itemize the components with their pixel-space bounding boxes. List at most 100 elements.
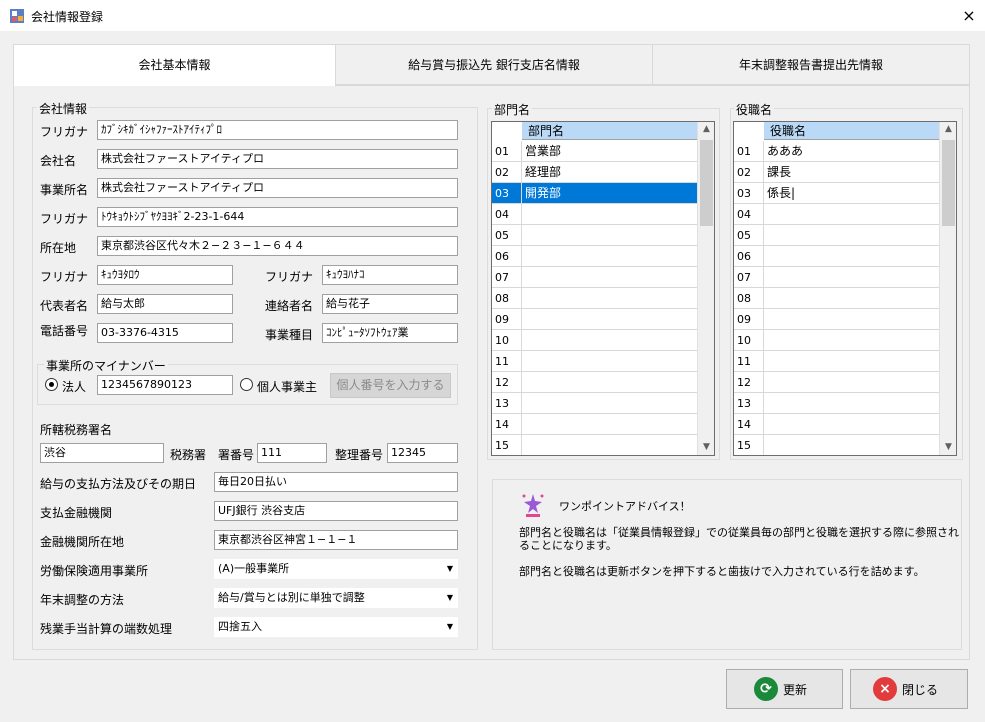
grid-row[interactable]: 13: [492, 393, 697, 414]
scroll-down-icon[interactable]: ▼: [698, 442, 714, 452]
contact-furigana-field[interactable]: ｷｭｳﾖﾊﾅｺ: [322, 265, 458, 285]
office-name-field[interactable]: 株式会社ファーストアイティプロ: [97, 178, 458, 198]
address-furigana-field[interactable]: ﾄｳｷｮｳﾄｼﾌﾞﾔｸﾖﾖｷﾞ2-23-1-644: [97, 207, 458, 227]
company-furigana-field[interactable]: ｶﾌﾞｼｷｶﾞｲｼｬﾌｧｰｽﾄｱｲﾃｨﾌﾟﾛ: [97, 120, 458, 140]
row-value: [523, 288, 525, 309]
individual-radio[interactable]: [240, 378, 253, 391]
tab-company-basic[interactable]: 会社基本情報: [13, 44, 336, 86]
advice-line: 部門名と役職名は「従業員情報登録」での従業員毎の部門と役職を選択する際に参照され: [519, 526, 959, 539]
row-number: 06: [492, 246, 522, 267]
grid-row[interactable]: 07: [492, 267, 697, 288]
grid-row[interactable]: 08: [734, 288, 939, 309]
address-field[interactable]: 東京都渋谷区代々木２−２３−１−６４４: [97, 236, 458, 256]
row-number: 14: [492, 414, 522, 435]
grid-row[interactable]: 01 あああ: [734, 141, 939, 162]
grid-row[interactable]: 03 開発部: [492, 183, 697, 204]
department-scrollbar[interactable]: ▲ ▼: [697, 122, 714, 455]
phone-field[interactable]: 03-3376-4315: [97, 323, 233, 343]
reference-number-field[interactable]: 12345: [387, 443, 458, 463]
position-scrollbar[interactable]: ▲ ▼: [939, 122, 956, 455]
company-name-field[interactable]: 株式会社ファーストアイティプロ: [97, 149, 458, 169]
grid-row[interactable]: 07: [734, 267, 939, 288]
advice-paragraph-2: 部門名と役職名は更新ボタンを押下すると歯抜けで入力されている行を詰めます。: [519, 565, 925, 578]
scroll-thumb[interactable]: [942, 140, 955, 226]
grid-row[interactable]: 14: [492, 414, 697, 435]
row-number: 11: [734, 351, 764, 372]
tax-office-section-title: 所轄税務署名: [40, 423, 113, 437]
row-number: 09: [492, 309, 522, 330]
grid-row[interactable]: 10: [492, 330, 697, 351]
grid-row[interactable]: 09: [492, 309, 697, 330]
overtime-rounding-label: 残業手当計算の端数処理: [40, 622, 173, 636]
grid-row[interactable]: 12: [492, 372, 697, 393]
business-type-label: 事業種目: [265, 328, 314, 342]
radio-dot-icon: [49, 382, 54, 387]
scroll-up-icon[interactable]: ▲: [940, 124, 956, 134]
grid-row[interactable]: 02 課長: [734, 162, 939, 183]
close-icon: ×: [873, 677, 897, 701]
row-number: 08: [734, 288, 764, 309]
close-icon[interactable]: ×: [958, 6, 980, 26]
update-button[interactable]: ⟳ 更新: [726, 669, 843, 709]
tab-yearend-report[interactable]: 年末調整報告書提出先情報: [652, 44, 970, 85]
grid-row[interactable]: 13: [734, 393, 939, 414]
address-label: 所在地: [40, 241, 77, 255]
corp-radio[interactable]: [45, 378, 58, 391]
address-furigana-label: フリガナ: [40, 212, 89, 226]
scroll-down-icon[interactable]: ▼: [940, 442, 956, 452]
contact-name-field[interactable]: 給与花子: [322, 294, 458, 314]
grid-row[interactable]: 14: [734, 414, 939, 435]
row-value: [765, 330, 767, 351]
grid-row[interactable]: 06: [734, 246, 939, 267]
row-value: [765, 267, 767, 288]
row-value: [523, 225, 525, 246]
bank-address-field[interactable]: 東京都渋谷区神宮１−１−１: [214, 530, 458, 550]
grid-row[interactable]: 04: [492, 204, 697, 225]
labor-insurance-select[interactable]: (A)一般事業所 ▼: [214, 559, 458, 579]
business-type-field[interactable]: ｺﾝﾋﾟｭｰﾀｿﾌﾄｳｪｱ業: [322, 323, 458, 343]
grid-row[interactable]: 10: [734, 330, 939, 351]
row-value: [523, 414, 525, 435]
grid-row[interactable]: 08: [492, 288, 697, 309]
bank-field[interactable]: UFJ銀行 渋谷支店: [214, 501, 458, 521]
grid-row[interactable]: 11: [734, 351, 939, 372]
close-button[interactable]: × 閉じる: [850, 669, 968, 709]
grid-row[interactable]: 04: [734, 204, 939, 225]
grid-row[interactable]: 11: [492, 351, 697, 372]
row-value: [765, 393, 767, 414]
office-code-field[interactable]: 111: [257, 443, 327, 463]
payment-method-field[interactable]: 毎日20日払い: [214, 472, 458, 492]
corp-number-field[interactable]: 1234567890123: [97, 375, 233, 395]
department-grid[interactable]: 部門名 01 営業部 02 経理部 03 開発部 04 05 06 07 08 09 10 11 12 13 1…: [491, 121, 715, 456]
row-number: 12: [492, 372, 522, 393]
advice-panel: ワンポイントアドバイス！ 部門名と役職名は「従業員情報登録」での従業員毎の部門と…: [492, 479, 962, 650]
overtime-rounding-select[interactable]: 四捨五入 ▼: [214, 617, 458, 637]
row-value: [765, 204, 767, 225]
rep-furigana-field[interactable]: ｷｭｳﾖﾀﾛｳ: [97, 265, 233, 285]
row-value: [765, 351, 767, 372]
contact-furigana-label: フリガナ: [265, 270, 314, 284]
row-value: [765, 246, 767, 267]
scroll-thumb[interactable]: [700, 140, 713, 226]
grid-row[interactable]: 09: [734, 309, 939, 330]
tab-bank-branch[interactable]: 給与賞与振込先 銀行支店名情報: [335, 44, 653, 85]
grid-row[interactable]: 01 営業部: [492, 141, 697, 162]
position-grid[interactable]: 役職名 01 あああ 02 課長 03 係長| 04 05 06 07 08 09 10 11 12 13 14…: [733, 121, 957, 456]
row-number: 09: [734, 309, 764, 330]
row-value: [523, 435, 525, 455]
grid-row[interactable]: 15: [734, 435, 939, 455]
tax-office-field[interactable]: 渋谷: [40, 443, 164, 463]
grid-row[interactable]: 03 係長|: [734, 183, 939, 204]
grid-row[interactable]: 05: [492, 225, 697, 246]
advice-title: ワンポイントアドバイス！: [559, 500, 691, 513]
grid-row[interactable]: 06: [492, 246, 697, 267]
rep-name-field[interactable]: 給与太郎: [97, 294, 233, 314]
grid-row[interactable]: 12: [734, 372, 939, 393]
row-number: 10: [492, 330, 522, 351]
grid-row[interactable]: 02 経理部: [492, 162, 697, 183]
grid-row[interactable]: 05: [734, 225, 939, 246]
yearend-method-select[interactable]: 給与/賞与とは別に単独で調整 ▼: [214, 588, 458, 608]
enter-personal-number-button[interactable]: 個人番号を入力する: [330, 373, 451, 398]
scroll-up-icon[interactable]: ▲: [698, 124, 714, 134]
grid-row[interactable]: 15: [492, 435, 697, 455]
